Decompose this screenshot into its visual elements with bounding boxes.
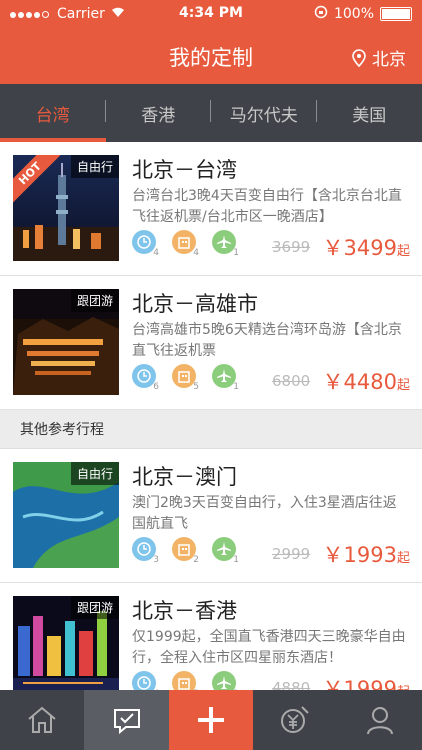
hotel-icon: 4 (172, 230, 199, 258)
tab-maldives[interactable]: 马尔代夫 (211, 84, 317, 142)
trip-title: 北京－高雄市 (132, 292, 258, 316)
city-selector[interactable]: 北京 (352, 45, 406, 70)
list-item[interactable]: 自由行 北京－澳门 澳门2晚3天百变自由行，入住3星酒店往返国航直飞 3 2 1… (0, 449, 422, 583)
tab-finance[interactable] (253, 690, 337, 750)
hotel-icon: 5 (172, 364, 199, 392)
trip-title: 北京－香港 (132, 599, 237, 623)
tab-home[interactable] (0, 690, 84, 750)
money-icon (281, 706, 310, 733)
trip-image: 跟团游 (13, 289, 119, 395)
original-price: 3699 (272, 238, 311, 256)
trip-type-badge: 跟团游 (70, 289, 119, 312)
battery-icon (380, 7, 412, 21)
list-item[interactable]: HOT 自由行 北京－台湾 台湾台北3晚4天百变自由行【含北京台北直飞往返机票/… (0, 142, 422, 276)
tab-profile[interactable] (338, 690, 422, 750)
trip-description: 澳门2晚3天百变自由行，入住3星酒店往返国航直飞 (132, 495, 397, 532)
trip-description: 台湾高雄市5晚6天精选台湾环岛游【含北京直飞往返机票 (132, 322, 402, 359)
trip-image: HOT 自由行 (13, 155, 119, 261)
location-pin-icon (352, 48, 366, 67)
trip-description: 台湾台北3晚4天百变自由行【含北京台北直飞往返机票/台北市区一晚酒店】 (132, 188, 402, 225)
days-clock-icon: 6 (132, 364, 159, 392)
tab-add[interactable] (168, 690, 254, 750)
price: ￥4480起 (322, 370, 410, 394)
trip-image: 跟团游 (13, 596, 119, 702)
user-icon (366, 707, 393, 735)
tab-usa[interactable]: 美国 (317, 84, 422, 142)
trip-list: HOT 自由行 北京－台湾 台湾台北3晚4天百变自由行【含北京台北直飞往返机票/… (0, 142, 422, 717)
destination-tabs: 台湾 香港 马尔代夫 美国 (0, 84, 422, 142)
trip-image: 自由行 (13, 462, 119, 568)
price: ￥3499起 (322, 236, 410, 260)
tab-custom[interactable] (84, 690, 169, 750)
original-price: 6800 (272, 372, 311, 390)
home-icon (28, 706, 56, 733)
tab-hongkong[interactable]: 香港 (106, 84, 211, 142)
tab-taiwan[interactable]: 台湾 (0, 84, 106, 142)
price: ￥1993起 (322, 543, 410, 567)
list-item[interactable]: 跟团游 北京－高雄市 台湾高雄市5晚6天精选台湾环岛游【含北京直飞往返机票 6 … (0, 276, 422, 410)
nav-bar: 我的定制 北京 (0, 28, 422, 84)
checklist-icon (113, 709, 140, 735)
rotation-lock-icon (314, 5, 328, 23)
trip-description: 仅1999起，全国直飞香港四天三晚豪华自由行，全程入住市区四星丽东酒店！ (132, 629, 406, 666)
trip-title: 北京－澳门 (132, 465, 237, 489)
plus-icon (198, 707, 225, 733)
bottom-tab-bar (0, 690, 422, 750)
original-price: 2999 (272, 545, 311, 563)
trip-type-badge: 自由行 (70, 462, 119, 485)
battery-percent: 100% (333, 6, 374, 22)
hotel-icon: 2 (172, 537, 199, 565)
flight-icon: 1 (212, 537, 239, 565)
days-clock-icon: 4 (132, 230, 159, 258)
flight-icon: 1 (212, 364, 239, 392)
status-bar: Carrier 4:34 PM 100% (0, 0, 422, 28)
trip-type-badge: 自由行 (70, 155, 119, 178)
city-label: 北京 (372, 50, 406, 70)
trip-type-badge: 跟团游 (70, 596, 119, 619)
section-header: 其他参考行程 (0, 410, 422, 449)
trip-title: 北京－台湾 (132, 158, 237, 182)
flight-icon: 1 (212, 230, 239, 258)
days-clock-icon: 3 (132, 537, 159, 565)
